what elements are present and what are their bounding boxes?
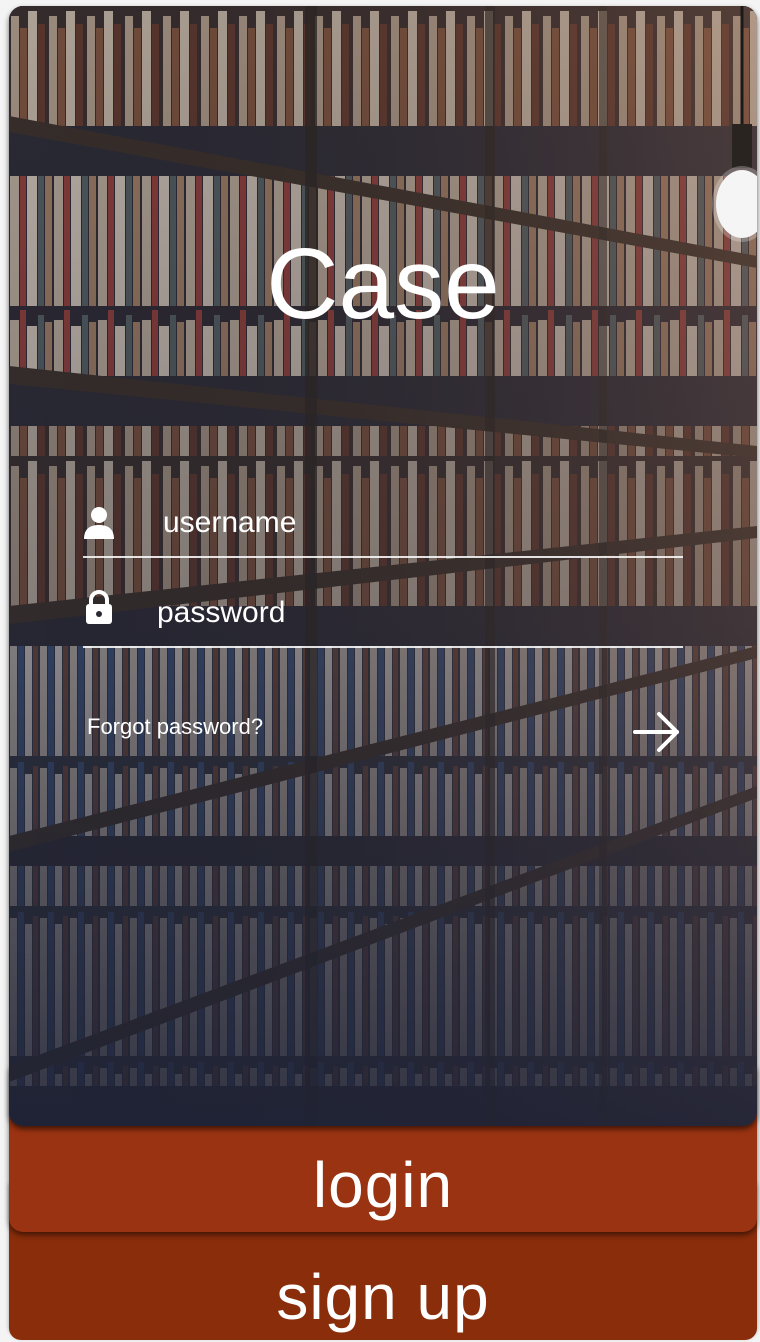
username-input[interactable] [161, 496, 645, 550]
username-field [83, 496, 683, 558]
person-icon [84, 507, 114, 539]
background-photo-card: Case Forgot password? [9, 6, 757, 1126]
lock-icon [86, 590, 112, 624]
forgot-password-link[interactable]: Forgot password? [87, 712, 263, 742]
arrow-right-icon[interactable] [629, 708, 685, 756]
app-title: Case [266, 228, 500, 340]
password-field [83, 586, 683, 648]
bookshelf-background [9, 6, 757, 1126]
light-bulb-icon [712, 6, 757, 242]
password-input[interactable] [155, 586, 639, 640]
app-screen: sign up login Case username Forgot passw… [9, 6, 757, 1340]
signup-label[interactable]: sign up [9, 1252, 757, 1342]
